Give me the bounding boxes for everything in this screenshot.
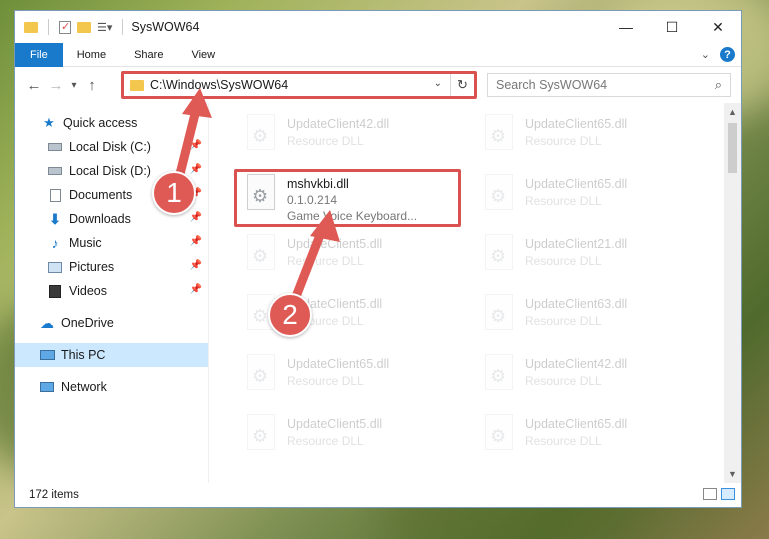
- step-badge-1: 1: [152, 171, 196, 215]
- annotation-arrow-1: [171, 88, 340, 317]
- step-badge-2: 2: [268, 293, 312, 337]
